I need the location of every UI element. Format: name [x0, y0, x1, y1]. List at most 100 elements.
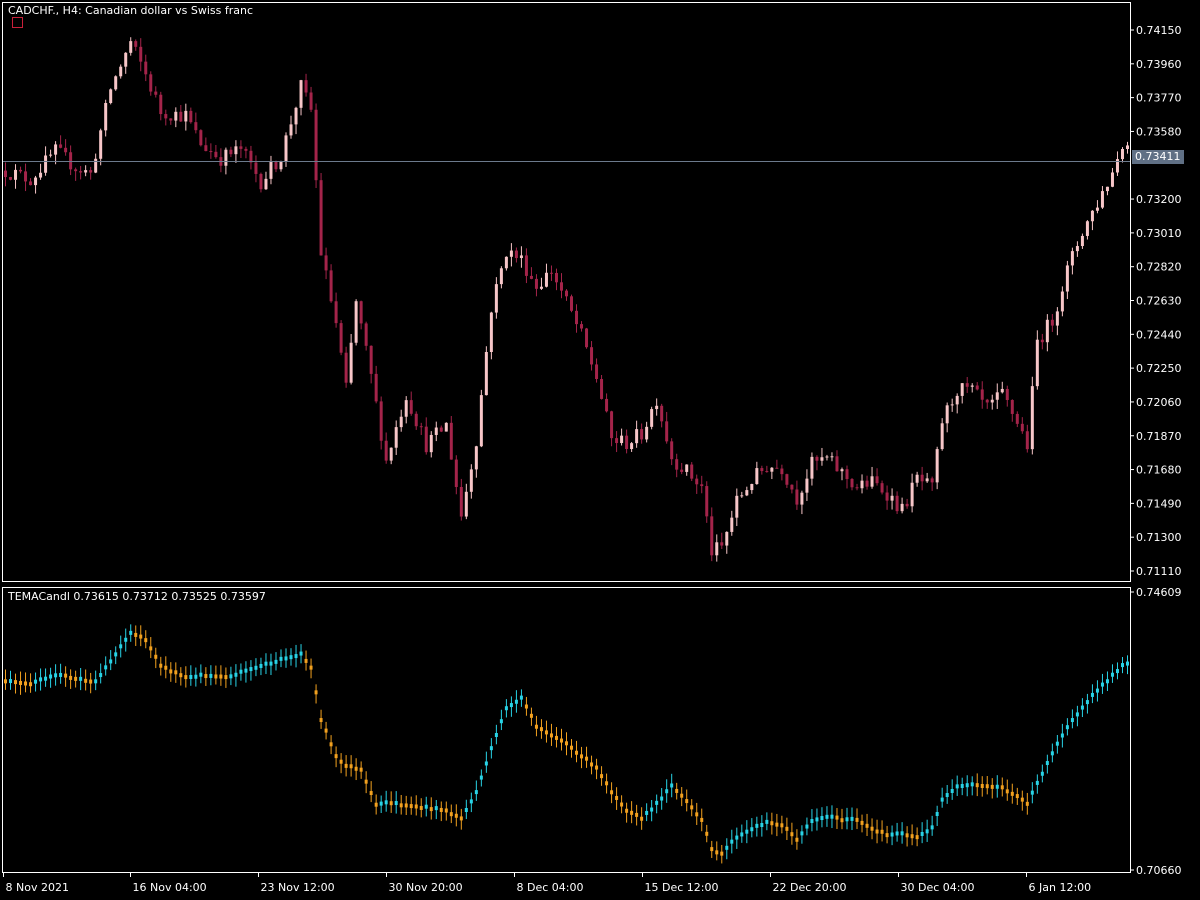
price-candle [544, 263, 548, 288]
tema-body [625, 808, 629, 813]
candle-body [24, 171, 28, 182]
tema-candle [424, 796, 428, 817]
candle-body [559, 282, 563, 291]
price-candle [559, 273, 563, 299]
x-tick-label: 8 Dec 04:00 [517, 881, 584, 894]
price-candle [1050, 314, 1054, 332]
tema-body [59, 672, 63, 677]
tema-body [1055, 741, 1059, 746]
candle-body [845, 469, 849, 480]
price-candle [279, 160, 283, 172]
price-candle [339, 320, 343, 356]
price-candle [184, 103, 188, 131]
tema-candle [1000, 777, 1004, 797]
tema-body [459, 816, 463, 821]
candle-body [610, 411, 614, 439]
price-candle [234, 140, 238, 163]
tema-body [830, 814, 834, 819]
candle-body [730, 517, 734, 532]
tema-candle [750, 818, 754, 838]
tema-candle [74, 670, 78, 688]
tema-body [900, 831, 904, 836]
price-candle [800, 490, 804, 515]
tema-body [149, 646, 153, 651]
tema-candle [289, 648, 293, 666]
candle-body [454, 459, 458, 488]
candle-body [960, 383, 964, 396]
candle-body [9, 177, 13, 180]
price-candle [730, 510, 734, 536]
price-candle [324, 247, 328, 280]
candle-body [930, 478, 934, 483]
price-candle [394, 420, 398, 455]
tema-candle [529, 707, 533, 726]
price-candle [965, 377, 969, 393]
tema-candle [1075, 705, 1079, 727]
tema-candle [554, 727, 558, 748]
price-candle [304, 73, 308, 97]
candle-body [695, 478, 699, 485]
tema-candle [715, 841, 719, 861]
tema-body [69, 675, 73, 680]
tema-candle [84, 669, 88, 691]
candle-body [880, 483, 884, 493]
tema-candle [309, 658, 313, 679]
candle-body [214, 151, 218, 158]
tema-body [184, 675, 188, 680]
candle-body [1085, 221, 1089, 236]
tema-body [910, 834, 914, 839]
candle-body [399, 416, 403, 428]
candle-body [1005, 388, 1009, 401]
tema-body [1015, 794, 1019, 799]
price-candle [575, 304, 579, 333]
tema-candle [845, 807, 849, 830]
tema-body [349, 764, 353, 769]
price-candle [9, 176, 13, 181]
price-candle [785, 473, 789, 488]
tema-body [1100, 682, 1104, 687]
tema-body [1005, 789, 1009, 794]
tema-candle [109, 650, 113, 671]
tema-body [374, 802, 378, 807]
tema-body [189, 674, 193, 679]
tema-candle [995, 775, 999, 798]
y-tick-label: 0.72440 [1136, 328, 1182, 341]
tema-body [1065, 725, 1069, 730]
tema-candle [720, 844, 724, 864]
tema-body [439, 807, 443, 812]
tema-candle [19, 671, 23, 695]
price-candle [650, 406, 654, 430]
tema-candle [459, 808, 463, 830]
candle-body [554, 272, 558, 283]
candle-body [464, 491, 468, 517]
y-tick-label: 0.71490 [1136, 497, 1182, 510]
price-candle [660, 403, 664, 428]
tema-body [740, 832, 744, 837]
candle-body [910, 482, 914, 507]
candle-body [990, 399, 994, 403]
price-candle [189, 107, 193, 124]
tema-body [364, 779, 368, 784]
candle-body [655, 405, 659, 410]
candle-body [129, 41, 133, 53]
tema-candle [755, 816, 759, 837]
candle-body [534, 278, 538, 289]
price-candle [855, 483, 859, 491]
tema-candle [249, 660, 253, 681]
price-candle [414, 411, 418, 430]
price-candle [534, 274, 538, 297]
tema-body [690, 805, 694, 810]
price-candle [805, 469, 809, 501]
price-candle [955, 393, 959, 414]
tema-candle [409, 796, 413, 815]
price-candle [655, 398, 659, 416]
price-candle [1020, 417, 1024, 434]
candle-body [820, 457, 824, 461]
candle-body [1100, 191, 1104, 208]
tema-body [419, 805, 423, 810]
tema-candle [514, 690, 518, 713]
tema-body [209, 673, 213, 678]
price-candle [915, 471, 919, 487]
tema-body [815, 817, 819, 822]
tema-body [414, 804, 418, 809]
